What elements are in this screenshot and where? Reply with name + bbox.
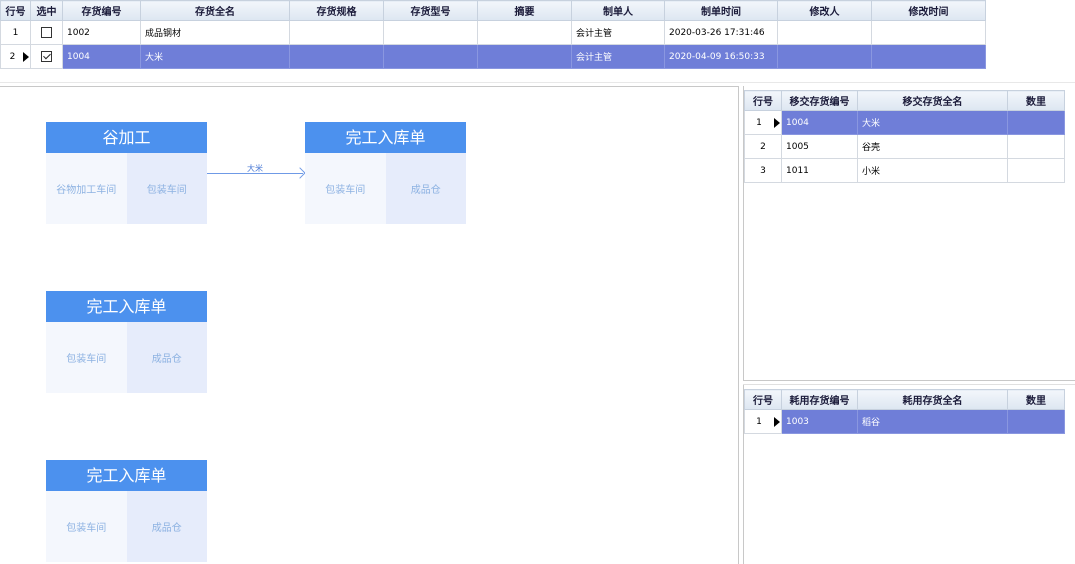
arrow-line (207, 173, 303, 174)
cell-quantity[interactable] (1007, 110, 1065, 135)
card-title: 完工入库单 (46, 291, 207, 322)
cell-maker[interactable]: 会计主管 (571, 44, 665, 69)
row-number-cell: 2 (0, 44, 31, 69)
col-header-modifier[interactable]: 修改人 (777, 0, 872, 21)
table-header-row: 行号 耗用存货编号 耗用存货全名 数里 (744, 389, 1065, 410)
row-checkbox[interactable] (41, 27, 52, 38)
card-source: 包装车间 (46, 322, 127, 393)
cell-make-time[interactable]: 2020-04-09 16:50:33 (664, 44, 778, 69)
cell-quantity[interactable] (1007, 158, 1065, 183)
cell-summary[interactable] (477, 44, 572, 69)
cell-name[interactable]: 稻谷 (857, 409, 1008, 434)
cell-model[interactable] (383, 44, 478, 69)
card-source: 谷物加工车间 (46, 153, 127, 224)
card-title: 完工入库单 (46, 460, 207, 491)
row-pointer-icon (774, 118, 780, 128)
table-row-selected[interactable]: 1 1004 大米 (744, 110, 1065, 135)
table-header-row: 行号 移交存货编号 移交存货全名 数里 (744, 90, 1065, 111)
cell-quantity[interactable] (1007, 134, 1065, 159)
table-header-row: 行号 选中 存货编号 存货全名 存货规格 存货型号 摘要 制单人 制单时间 修改… (0, 0, 986, 21)
col-header-consume-code[interactable]: 耗用存货编号 (781, 389, 858, 410)
table-row[interactable]: 1 1002 成品钢材 会计主管 2020-03-26 17:31:46 (0, 20, 986, 45)
cell-code[interactable]: 1005 (781, 134, 858, 159)
row-number-cell: 1 (744, 409, 782, 434)
cell-modify-time[interactable] (871, 20, 986, 45)
cell-name[interactable]: 大米 (140, 44, 290, 69)
col-header-make-time[interactable]: 制单时间 (664, 0, 778, 21)
inventory-table: 行号 选中 存货编号 存货全名 存货规格 存货型号 摘要 制单人 制单时间 修改… (0, 0, 986, 69)
col-header-row-no[interactable]: 行号 (0, 0, 31, 21)
card-title: 谷加工 (46, 122, 207, 153)
card-source: 包装车间 (46, 491, 127, 562)
col-header-modify-time[interactable]: 修改时间 (871, 0, 986, 21)
row-number: 2 (9, 51, 16, 62)
cell-code[interactable]: 1011 (781, 158, 858, 183)
consume-items-table: 行号 耗用存货编号 耗用存货全名 数里 1 1003 稻谷 (744, 389, 1065, 434)
transfer-items-table: 行号 移交存货编号 移交存货全名 数里 1 1004 大米 2 1005 谷壳 … (744, 90, 1065, 183)
cell-make-time[interactable]: 2020-03-26 17:31:46 (664, 20, 778, 45)
cell-modify-time[interactable] (871, 44, 986, 69)
col-header-select[interactable]: 选中 (30, 0, 63, 21)
row-checkbox-cell[interactable] (30, 44, 63, 69)
table-row-selected[interactable]: 1 1003 稻谷 (744, 409, 1065, 434)
row-number: 1 (0, 20, 31, 45)
cell-name[interactable]: 小米 (857, 158, 1008, 183)
process-card-stock-in-3[interactable]: 完工入库单 包装车间 成品仓 (46, 460, 207, 562)
card-target: 成品仓 (126, 322, 207, 393)
col-header-name[interactable]: 存货全名 (140, 0, 290, 21)
col-header-quantity[interactable]: 数里 (1007, 90, 1065, 111)
row-number: 2 (744, 134, 782, 159)
row-pointer-icon (774, 417, 780, 427)
row-number: 1 (756, 117, 762, 128)
card-source: 包装车间 (305, 153, 386, 224)
col-header-transfer-code[interactable]: 移交存货编号 (781, 90, 858, 111)
row-checkbox-checked[interactable] (41, 51, 52, 62)
col-header-quantity[interactable]: 数里 (1007, 389, 1065, 410)
col-header-maker[interactable]: 制单人 (571, 0, 665, 21)
row-number-cell: 1 (744, 110, 782, 135)
process-card-grain-processing[interactable]: 谷加工 谷物加工车间 包装车间 (46, 122, 207, 224)
cell-spec[interactable] (289, 44, 384, 69)
row-number: 3 (744, 158, 782, 183)
process-card-stock-in-1[interactable]: 完工入库单 包装车间 成品仓 (305, 122, 466, 224)
col-header-summary[interactable]: 摘要 (477, 0, 572, 21)
cell-name[interactable]: 大米 (857, 110, 1008, 135)
process-card-stock-in-2[interactable]: 完工入库单 包装车间 成品仓 (46, 291, 207, 393)
cell-modifier[interactable] (777, 44, 872, 69)
cell-name[interactable]: 谷壳 (857, 134, 1008, 159)
table-row[interactable]: 3 1011 小米 (744, 158, 1065, 183)
cell-code[interactable]: 1003 (781, 409, 858, 434)
cell-name[interactable]: 成品钢材 (140, 20, 290, 45)
panel-divider (743, 380, 1075, 381)
cell-code[interactable]: 1002 (62, 20, 141, 45)
cell-maker[interactable]: 会计主管 (571, 20, 665, 45)
card-target: 包装车间 (126, 153, 207, 224)
row-number: 1 (756, 416, 762, 427)
card-target: 成品仓 (126, 491, 207, 562)
table-row-selected[interactable]: 2 1004 大米 会计主管 2020-04-09 16:50:33 (0, 44, 986, 69)
col-header-model[interactable]: 存货型号 (383, 0, 478, 21)
cell-model[interactable] (383, 20, 478, 45)
row-checkbox-cell[interactable] (30, 20, 63, 45)
arrow-head-icon (294, 167, 306, 179)
col-header-consume-name[interactable]: 耗用存货全名 (857, 389, 1008, 410)
cell-modifier[interactable] (777, 20, 872, 45)
cell-code[interactable]: 1004 (781, 110, 858, 135)
cell-code[interactable]: 1004 (62, 44, 141, 69)
col-header-code[interactable]: 存货编号 (62, 0, 141, 21)
cell-quantity[interactable] (1007, 409, 1065, 434)
card-title: 完工入库单 (305, 122, 466, 153)
col-header-spec[interactable]: 存货规格 (289, 0, 384, 21)
col-header-row-no[interactable]: 行号 (744, 389, 782, 410)
row-pointer-icon (23, 52, 29, 62)
flow-arrow: 大米 (207, 163, 306, 179)
cell-spec[interactable] (289, 20, 384, 45)
col-header-transfer-name[interactable]: 移交存货全名 (857, 90, 1008, 111)
col-header-row-no[interactable]: 行号 (744, 90, 782, 111)
cell-summary[interactable] (477, 20, 572, 45)
card-target: 成品仓 (385, 153, 466, 224)
table-row[interactable]: 2 1005 谷壳 (744, 134, 1065, 159)
divider (0, 82, 1075, 83)
